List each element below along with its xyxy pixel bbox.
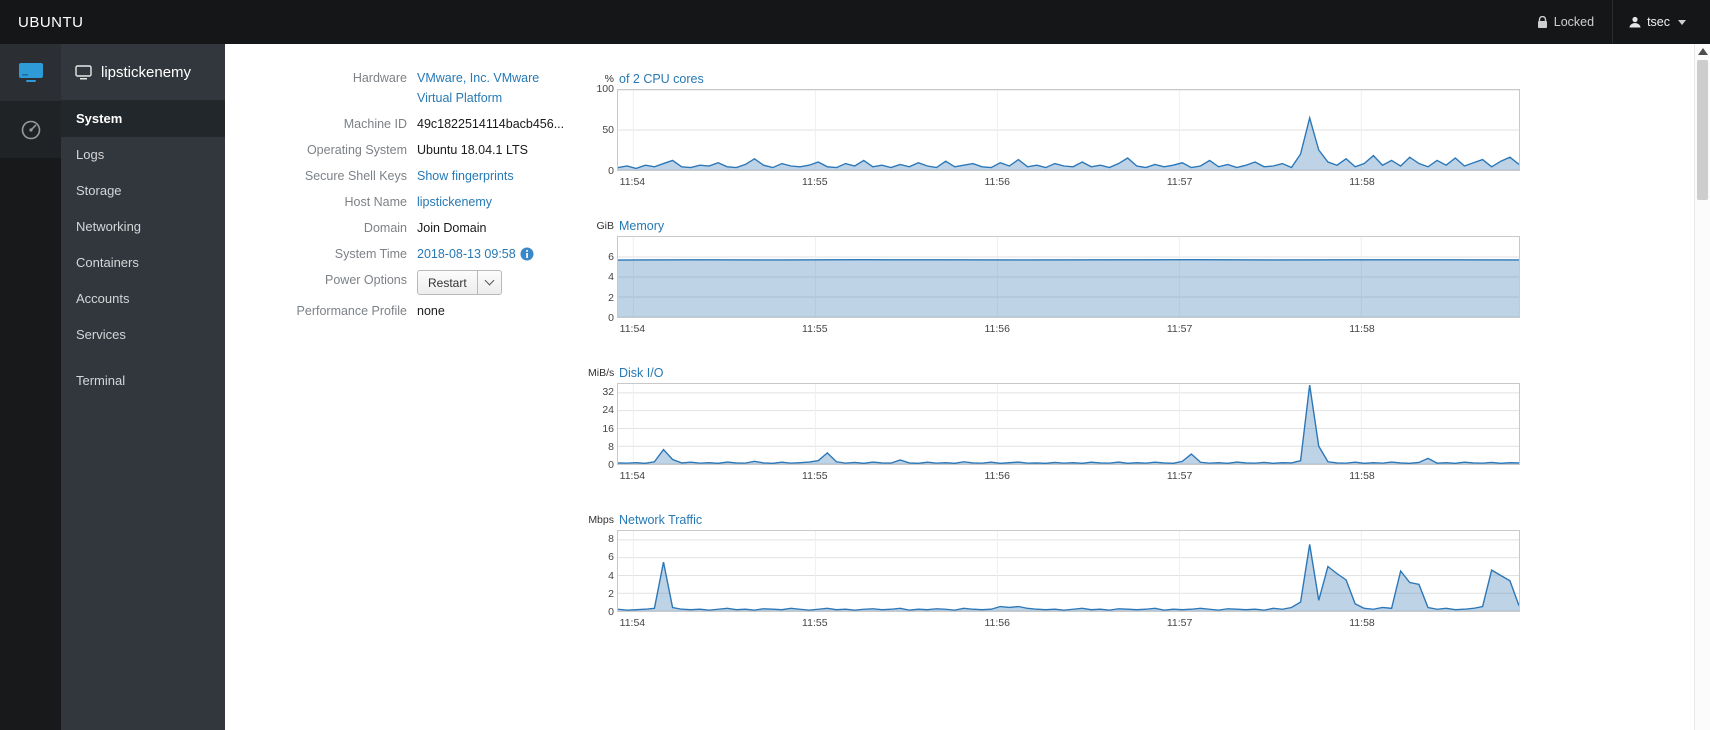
sidebar-item-accounts[interactable]: Accounts bbox=[61, 281, 225, 317]
sidebar-item-storage[interactable]: Storage bbox=[61, 173, 225, 209]
scrollbar-thumb[interactable] bbox=[1697, 60, 1708, 200]
server-icon bbox=[18, 63, 43, 82]
power-options-group: Restart bbox=[417, 270, 502, 295]
field-label: Host Name bbox=[344, 195, 407, 209]
host-name: lipstickenemy bbox=[101, 63, 192, 81]
memory-chart: GiB Memory 6420 11:54 11:55 11:56 11:57 11:58 bbox=[588, 219, 1533, 366]
sidebar-item-system[interactable]: System bbox=[61, 101, 225, 137]
nav-items: System Logs Storage Networking Container… bbox=[61, 101, 225, 399]
user-menu[interactable]: tsec bbox=[1612, 0, 1696, 44]
os-value: Ubuntu 18.04.1 LTS bbox=[417, 143, 528, 157]
sidebar-item-networking[interactable]: Networking bbox=[61, 209, 225, 245]
memory-x-axis: 11:54 11:55 11:56 11:57 11:58 bbox=[619, 323, 1375, 335]
network-y-axis: 86420 bbox=[608, 533, 614, 618]
show-fingerprints-link[interactable]: Show fingerprints bbox=[417, 169, 514, 183]
info-row-performance: Performance Profile none bbox=[225, 301, 595, 321]
disk-io-y-axis: 32 24 16 8 0 bbox=[602, 386, 614, 471]
restart-dropdown-button[interactable] bbox=[477, 270, 502, 295]
sidebar-item-containers[interactable]: Containers bbox=[61, 245, 225, 281]
rail-host-button[interactable] bbox=[0, 44, 61, 101]
info-row-system-time: System Time 2018-08-13 09:58 bbox=[225, 244, 595, 264]
field-label: Domain bbox=[363, 221, 407, 235]
memory-y-axis: 6420 bbox=[608, 250, 614, 325]
host-header[interactable]: lipstickenemy bbox=[61, 44, 225, 101]
memory-plot bbox=[617, 236, 1520, 318]
hardware-link[interactable]: VMware, Inc. VMware Virtual Platform bbox=[417, 68, 545, 108]
sidebar-item-services[interactable]: Services bbox=[61, 317, 225, 353]
topbar-right: Locked tsec bbox=[1519, 0, 1696, 44]
hostname-link[interactable]: lipstickenemy bbox=[417, 195, 492, 209]
network-x-axis: 11:54 11:55 11:56 11:57 11:58 bbox=[619, 617, 1375, 629]
info-row-hostname: Host Name lipstickenemy bbox=[225, 192, 595, 212]
charts-column: % of 2 CPU cores 100 50 0 11:54 11:55 11:56 11… bbox=[588, 72, 1533, 660]
sidebar-item-logs[interactable]: Logs bbox=[61, 137, 225, 173]
host-rail bbox=[0, 44, 61, 730]
performance-profile-value: none bbox=[417, 304, 445, 318]
rail-dashboard-button[interactable] bbox=[0, 101, 61, 158]
lock-status[interactable]: Locked bbox=[1519, 0, 1612, 44]
system-info: Hardware VMware, Inc. VMware Virtual Pla… bbox=[225, 68, 595, 327]
disk-io-x-axis: 11:54 11:55 11:56 11:57 11:58 bbox=[619, 470, 1375, 482]
info-row-ssh-keys: Secure Shell Keys Show fingerprints bbox=[225, 166, 595, 186]
field-label: Operating System bbox=[306, 143, 407, 157]
info-row-machine-id: Machine ID 49c1822514114bacb456... bbox=[225, 114, 595, 134]
lock-icon bbox=[1537, 15, 1547, 28]
cpu-y-axis: 100 50 0 bbox=[596, 83, 614, 177]
cpu-chart: % of 2 CPU cores 100 50 0 11:54 11:55 11:56 11… bbox=[588, 72, 1533, 219]
info-row-power: Power Options Restart bbox=[225, 270, 595, 295]
disk-io-chart: MiB/s Disk I/O 32 24 16 8 0 11:54 11:55 11:56 11… bbox=[588, 366, 1533, 513]
cpu-plot bbox=[617, 89, 1520, 171]
field-label: Hardware bbox=[352, 71, 407, 85]
restart-button[interactable]: Restart bbox=[417, 270, 478, 295]
disk-io-plot bbox=[617, 383, 1520, 465]
network-chart: Mbps Network Traffic 86420 11:54 11:55 11:5… bbox=[588, 513, 1533, 660]
info-row-hardware: Hardware VMware, Inc. VMware Virtual Pla… bbox=[225, 68, 595, 108]
memory-chart-link[interactable]: Memory bbox=[619, 219, 664, 233]
host-icon bbox=[75, 64, 92, 79]
scroll-up-arrow-icon[interactable] bbox=[1698, 48, 1708, 55]
info-row-os: Operating System Ubuntu 18.04.1 LTS bbox=[225, 140, 595, 160]
cpu-x-axis: 11:54 11:55 11:56 11:57 11:58 bbox=[619, 176, 1375, 188]
network-chart-link[interactable]: Network Traffic bbox=[619, 513, 702, 527]
sidebar: lipstickenemy System Logs Storage Networ… bbox=[61, 44, 225, 730]
disk-io-chart-link[interactable]: Disk I/O bbox=[619, 366, 663, 380]
chevron-down-icon bbox=[484, 275, 495, 286]
machine-id-value: 49c1822514114bacb456... bbox=[417, 117, 565, 131]
lock-status-label: Locked bbox=[1553, 15, 1595, 29]
field-label: System Time bbox=[334, 247, 407, 261]
info-row-domain: Domain Join Domain bbox=[225, 218, 595, 238]
cpu-chart-link[interactable]: of 2 CPU cores bbox=[619, 72, 704, 86]
field-label: Secure Shell Keys bbox=[304, 169, 407, 183]
field-label: Machine ID bbox=[343, 117, 407, 131]
time-info-icon[interactable] bbox=[520, 247, 534, 261]
scrollbar[interactable] bbox=[1694, 44, 1710, 730]
user-name: tsec bbox=[1647, 15, 1670, 29]
main-content: Hardware VMware, Inc. VMware Virtual Pla… bbox=[225, 44, 1694, 730]
field-label: Power Options bbox=[325, 273, 407, 287]
field-label: Performance Profile bbox=[296, 304, 407, 318]
join-domain-link[interactable]: Join Domain bbox=[417, 218, 595, 238]
network-plot bbox=[617, 530, 1520, 612]
chevron-down-icon bbox=[1678, 19, 1686, 25]
dashboard-icon bbox=[21, 120, 40, 139]
user-icon bbox=[1629, 16, 1641, 28]
sidebar-item-terminal[interactable]: Terminal bbox=[61, 363, 225, 399]
brand[interactable]: UBUNTU bbox=[18, 14, 84, 31]
topbar: UBUNTU Locked tsec bbox=[0, 0, 1710, 44]
system-time-link[interactable]: 2018-08-13 09:58 bbox=[417, 247, 516, 261]
